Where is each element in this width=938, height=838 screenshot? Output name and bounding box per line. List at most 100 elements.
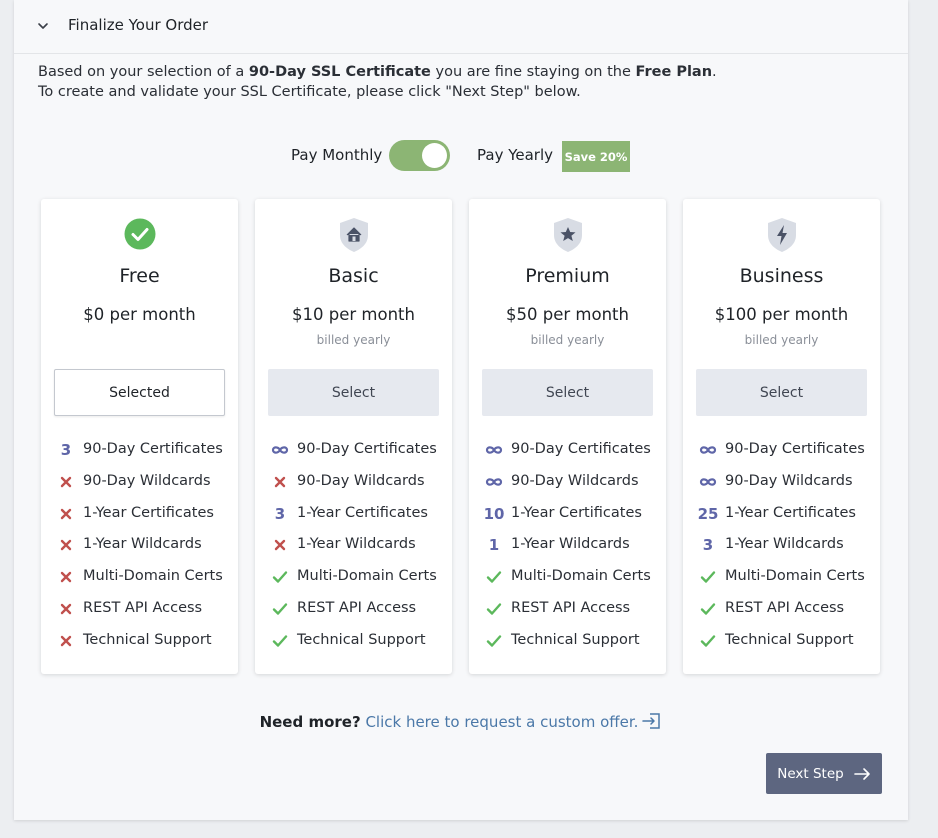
plan-name: Business (739, 265, 824, 287)
feature-label: 1-Year Certificates (297, 504, 428, 521)
feature-item: 1-Year Wildcards (255, 532, 452, 564)
feature-label: 1-Year Certificates (511, 504, 642, 521)
feature-mark (271, 567, 289, 587)
custom-offer-link[interactable]: Click here to request a custom offer. (365, 713, 662, 731)
plan-card-business: Business $100 per month billed yearly Selec… (683, 199, 880, 674)
section-header[interactable]: Finalize Your Order (14, 0, 908, 54)
billing-toggle-row: Pay Monthly Pay Yearly Save 20% (14, 140, 908, 172)
feature-count: 25 (698, 504, 719, 524)
billing-toggle[interactable] (389, 140, 450, 171)
next-step-label: Next Step (777, 765, 844, 782)
feature-label: 90-Day Certificates (83, 441, 223, 457)
feature-item: REST API Access (469, 596, 666, 628)
cross-icon (60, 571, 72, 583)
external-enter-icon (642, 713, 661, 729)
check-icon (486, 571, 502, 583)
selected-plan-button[interactable]: Selected (54, 369, 225, 416)
pay-yearly-label[interactable]: Pay Yearly (477, 146, 553, 164)
feature-item: 10 1-Year Certificates (469, 501, 666, 533)
select-plan-button[interactable]: Select (268, 369, 439, 416)
feature-item: Technical Support (683, 628, 880, 660)
feature-mark (699, 631, 717, 651)
feature-label: 1-Year Wildcards (511, 536, 630, 553)
section-title: Finalize Your Order (68, 16, 209, 34)
feature-count: 3 (57, 440, 75, 460)
feature-mark (57, 535, 75, 555)
feature-item: 90-Day Wildcards (255, 469, 452, 501)
feature-label: REST API Access (725, 599, 845, 616)
selected-plan: Free Plan (635, 64, 713, 80)
feature-item: 90-Day Certificates (255, 437, 452, 469)
feature-list: 90-Day Certificates 90-Day Wildcards 3 1-Ye… (255, 437, 452, 660)
feature-label: REST API Access (83, 599, 203, 616)
intro-text: Based on your selection of a 90-Day SSL … (38, 62, 878, 102)
custom-offer: Need more? Click here to request a custo… (14, 712, 908, 731)
feature-label: 90-Day Wildcards (83, 472, 211, 489)
feature-count: 10 (483, 504, 505, 524)
feature-label: 1-Year Certificates (725, 504, 856, 521)
next-step-button[interactable]: Next Step (766, 753, 882, 794)
need-more-text: Need more? (259, 713, 361, 731)
check-icon (272, 571, 288, 583)
cross-icon (60, 476, 72, 487)
feature-mark (699, 472, 717, 492)
cross-icon (60, 635, 72, 646)
plan-name: Free (119, 265, 160, 287)
feature-label: 90-Day Certificates (725, 441, 865, 457)
select-plan-button[interactable]: Select (696, 369, 867, 416)
infinity-icon (699, 446, 717, 454)
plan-billing-note: billed yearly (744, 333, 819, 347)
feature-item: 90-Day Wildcards (683, 469, 880, 501)
plan-price: $50 per month (506, 305, 629, 324)
feature-item: 3 1-Year Certificates (255, 501, 452, 533)
plan-price: $100 per month (714, 305, 849, 324)
order-panel: Finalize Your Order Based on your select… (14, 0, 908, 820)
cross-icon (274, 476, 286, 487)
cross-icon (60, 603, 72, 615)
feature-count-value: 10 (483, 504, 505, 523)
feature-label: Multi-Domain Certs (297, 568, 437, 585)
save-badge: Save 20% (562, 141, 630, 172)
feature-label: 90-Day Certificates (511, 441, 651, 457)
plan-billing-note: billed yearly (530, 333, 605, 347)
feature-label: 1-Year Certificates (83, 504, 214, 521)
feature-item: 1-Year Certificates (41, 501, 238, 533)
feature-label: Multi-Domain Certs (511, 568, 651, 585)
feature-mark (485, 440, 503, 460)
feature-item: 3 1-Year Wildcards (683, 532, 880, 564)
feature-label: 90-Day Certificates (297, 441, 437, 457)
feature-mark (699, 599, 717, 619)
feature-label: 1-Year Wildcards (83, 536, 202, 553)
feature-label: 1-Year Wildcards (725, 536, 844, 553)
pay-monthly-label[interactable]: Pay Monthly (291, 146, 382, 164)
plan-billing-note: billed yearly (316, 333, 391, 347)
plan-name: Premium (525, 265, 610, 287)
feature-count: 3 (699, 535, 717, 555)
plan-card-basic: Basic $10 per month billed yearly Select 90-… (255, 199, 452, 674)
feature-label: Technical Support (297, 631, 426, 648)
infinity-icon (485, 478, 503, 486)
arrow-right-icon (853, 767, 870, 780)
chevron-down-icon[interactable] (36, 19, 50, 33)
feature-item: Multi-Domain Certs (255, 564, 452, 596)
cross-icon (274, 540, 286, 551)
feature-item: Multi-Domain Certs (683, 564, 880, 596)
feature-count: 1 (485, 535, 503, 555)
infinity-icon (699, 478, 717, 486)
feature-mark (57, 631, 75, 651)
feature-list: 90-Day Certificates 90-Day Wildcards 25 1-Y… (683, 437, 880, 660)
feature-item: Technical Support (469, 628, 666, 660)
select-plan-button[interactable]: Select (482, 369, 653, 416)
feature-list: 90-Day Certificates 90-Day Wildcards 10 1-Y… (469, 437, 666, 660)
feature-item: REST API Access (41, 596, 238, 628)
feature-list: 3 90-Day Certificates 90-Day Wildcards 1-Ye… (41, 437, 238, 660)
feature-mark (485, 631, 503, 651)
plan-card-premium: Premium $50 per month billed yearly Select 9… (469, 199, 666, 674)
plan-name: Basic (328, 265, 379, 287)
intro-line-2: To create and validate your SSL Certific… (38, 84, 581, 100)
feature-item: 25 1-Year Certificates (683, 501, 880, 533)
feature-label: 1-Year Wildcards (297, 536, 416, 553)
check-icon (272, 635, 288, 647)
feature-count-value: 3 (274, 504, 286, 523)
intro-line-1: Based on your selection of a 90-Day SSL … (38, 64, 717, 80)
